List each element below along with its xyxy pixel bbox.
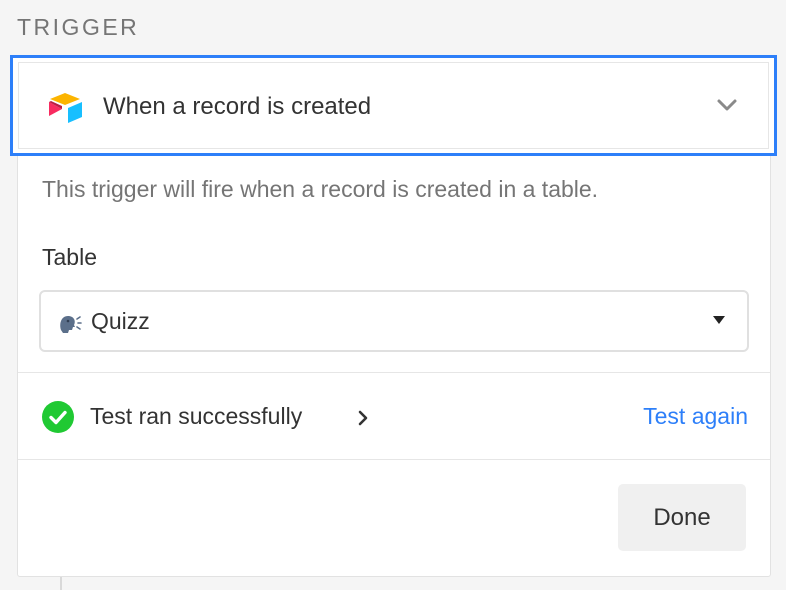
- table-select-value: Quizz: [91, 308, 150, 334]
- caret-down-icon: [713, 316, 725, 324]
- divider: [18, 372, 770, 373]
- trigger-header-inner: When a record is created: [18, 62, 769, 149]
- test-status-text[interactable]: Test ran successfully: [90, 403, 302, 430]
- divider: [18, 459, 770, 460]
- test-again-link[interactable]: Test again: [643, 403, 748, 430]
- connector-line: [60, 577, 62, 590]
- check-circle-icon: [42, 401, 74, 433]
- trigger-description: This trigger will fire when a record is …: [42, 176, 599, 202]
- test-status-row: Test ran successfully Test again: [42, 401, 748, 435]
- chevron-right-icon[interactable]: [358, 410, 368, 426]
- airtable-logo: [49, 93, 82, 123]
- done-button[interactable]: Done: [618, 484, 746, 551]
- chevron-down-icon[interactable]: [716, 97, 738, 113]
- speaking-head-icon: [60, 316, 82, 333]
- trigger-title: When a record is created: [103, 93, 372, 120]
- section-label: TRIGGER: [17, 14, 140, 40]
- trigger-header[interactable]: When a record is created: [10, 55, 777, 156]
- table-field-label: Table: [42, 244, 97, 270]
- table-select[interactable]: Quizz: [39, 290, 749, 352]
